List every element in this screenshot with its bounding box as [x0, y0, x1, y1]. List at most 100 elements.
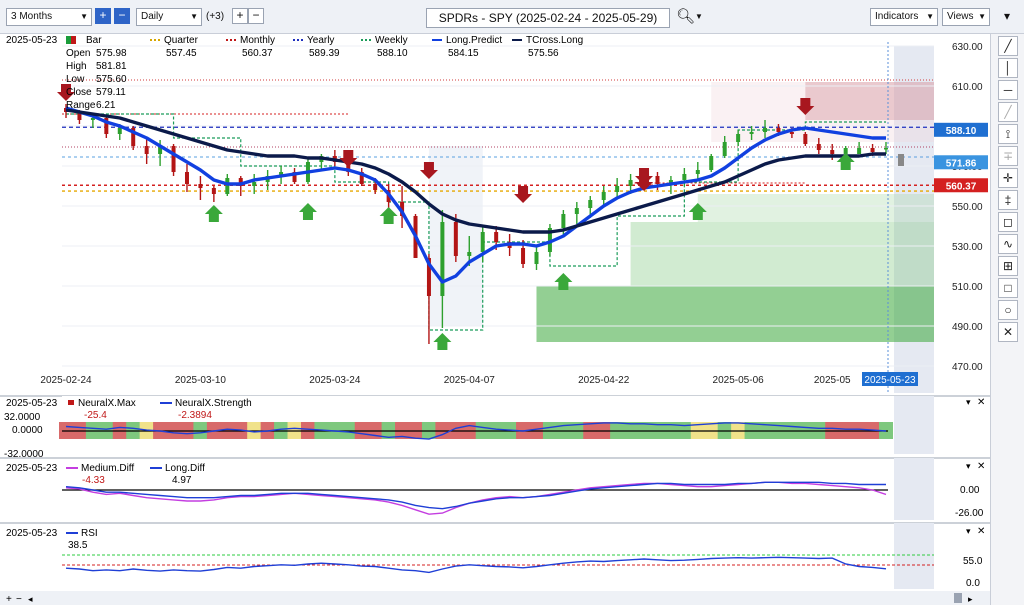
price-axis-label: 610.00 [952, 82, 983, 93]
interval-select[interactable]: Daily ▼ [136, 8, 202, 26]
long-diff-value: 4.97 [172, 475, 192, 486]
date-axis-label: 2025-05 [814, 375, 851, 386]
symbol-field[interactable]: SPDRs - SPY (2025-02-24 - 2025-05-29) [426, 8, 670, 28]
wave-tool-icon[interactable]: ∿ [998, 234, 1018, 254]
close-icon[interactable]: ✕ [977, 461, 985, 472]
candle-body [198, 184, 203, 188]
collapse-icon[interactable]: ▾ [966, 397, 971, 407]
rsi-value: 38.5 [68, 540, 88, 551]
remove-button[interactable]: − [248, 8, 264, 24]
delete-drawings-icon[interactable]: ✕ [998, 322, 1018, 342]
close-value: 579.11 [96, 87, 126, 98]
close-icon[interactable]: ✕ [977, 526, 985, 537]
legend-value: 588.10 [377, 48, 408, 59]
price-tag-label: 560.37 [946, 181, 977, 192]
low-value: 575.60 [96, 74, 127, 85]
candle-body [682, 174, 687, 180]
price-axis-label: 550.00 [952, 202, 983, 213]
high-value: 581.81 [96, 61, 127, 72]
bar-swatch-red [71, 36, 76, 44]
scroll-left-icon[interactable]: ◂ [28, 594, 33, 604]
date-axis-label: 2025-04-22 [578, 375, 630, 386]
legend-value: 557.45 [166, 48, 197, 59]
add-button[interactable]: + [232, 8, 248, 24]
candle-body [789, 132, 794, 134]
search-icon[interactable]: 🔍︎ [676, 7, 695, 25]
vertical-line-tool-icon[interactable]: │ [998, 58, 1018, 78]
last-bar-marker [898, 154, 904, 166]
toolbar-more-icon[interactable]: ▾ [1004, 9, 1010, 23]
collapse-icon[interactable]: ▾ [966, 526, 971, 536]
gann-tool-icon[interactable]: ⊞ [998, 256, 1018, 276]
neuralx-max-name: NeuralX.Max [78, 398, 136, 409]
add-period-button[interactable]: + [95, 8, 111, 24]
candle-body [211, 188, 216, 194]
pitchfork-tool-icon[interactable]: ⟟ [998, 124, 1018, 144]
scrollbar-track[interactable] [0, 591, 990, 605]
candle-body [722, 142, 727, 156]
collapse-icon[interactable]: ▾ [966, 461, 971, 471]
horizontal-line-tool-icon[interactable]: ─ [998, 80, 1018, 100]
fib-tool-icon[interactable]: ∓ [998, 146, 1018, 166]
scrollbar-thumb[interactable] [954, 593, 962, 603]
candle-body [521, 248, 526, 264]
views-button[interactable]: Views ▼ [942, 8, 990, 26]
trendline-tool-icon[interactable]: ╱ [998, 36, 1018, 56]
rsi-future-zone [894, 523, 934, 589]
diff-axis-zero: 0.00 [960, 485, 980, 496]
price-axis-label: 470.00 [952, 362, 983, 373]
long-diff-name: Long.Diff [165, 463, 205, 474]
circle-tool-icon[interactable]: ○ [998, 300, 1018, 320]
candle-body [749, 132, 754, 134]
candle-body [884, 148, 888, 150]
candle-body [534, 252, 539, 264]
indicators-button[interactable]: Indicators ▼ [870, 8, 938, 26]
zoom-in-icon[interactable]: + [6, 594, 12, 605]
search-dropdown-icon[interactable]: ▼ [695, 12, 703, 21]
date-axis-label: 2025-03-10 [175, 375, 227, 386]
close-icon[interactable]: ✕ [977, 397, 985, 408]
zoom-out-icon[interactable]: − [16, 594, 22, 605]
legend-value: 575.56 [528, 48, 559, 59]
neuralx-axis-zero: 0.0000 [12, 425, 43, 436]
candle-body [695, 170, 700, 174]
text-tool-icon[interactable]: ‡ [998, 190, 1018, 210]
rectangle-tool-icon[interactable]: □ [998, 278, 1018, 298]
candle-body [494, 232, 499, 242]
chevron-down-icon: ▼ [978, 12, 986, 21]
legend-value: 560.37 [242, 48, 273, 59]
legend-value: 584.15 [448, 48, 479, 59]
upper-green-zone [697, 194, 934, 222]
lower-green-zone [536, 286, 934, 342]
rsi-axis-bottom: 0.0 [966, 578, 980, 589]
candle-body [440, 222, 445, 296]
candle-body [803, 134, 808, 144]
price-panel [57, 42, 934, 394]
medium-diff-name: Medium.Diff [81, 463, 134, 474]
horizontal-scrollbar[interactable]: + − ◂ ▸ [0, 591, 990, 605]
comment-tool-icon[interactable]: ◻ [998, 212, 1018, 232]
chart-area[interactable]: 2025-05-23 Bar Open 575.98 High 581.81 L… [0, 34, 990, 605]
diff-date: 2025-05-23 [6, 463, 58, 474]
candle-body [144, 146, 149, 154]
crosshair-tool-icon[interactable]: ✛ [998, 168, 1018, 188]
candle-body [736, 134, 741, 142]
period-select[interactable]: 3 Months ▼ [6, 8, 92, 26]
candle-body [776, 128, 781, 132]
ray-tool-icon[interactable]: ╱ [998, 102, 1018, 122]
legend-date: 2025-05-23 [6, 35, 58, 46]
remove-period-button[interactable]: − [114, 8, 130, 24]
range-label: Range [66, 100, 96, 111]
candle-body [184, 172, 189, 184]
candle-body [453, 222, 458, 256]
candle-body [561, 214, 566, 228]
candle-body [763, 128, 768, 132]
price-axis-label: 490.00 [952, 322, 983, 333]
medium-diff-value: -4.33 [82, 475, 105, 486]
legend-name: Monthly [240, 35, 275, 46]
candle-body [171, 146, 176, 172]
candle-body [655, 176, 660, 184]
date-axis-label: 2025-03-24 [309, 375, 361, 386]
legend-bar-label: Bar [86, 35, 102, 46]
scroll-right-icon[interactable]: ▸ [968, 594, 973, 604]
